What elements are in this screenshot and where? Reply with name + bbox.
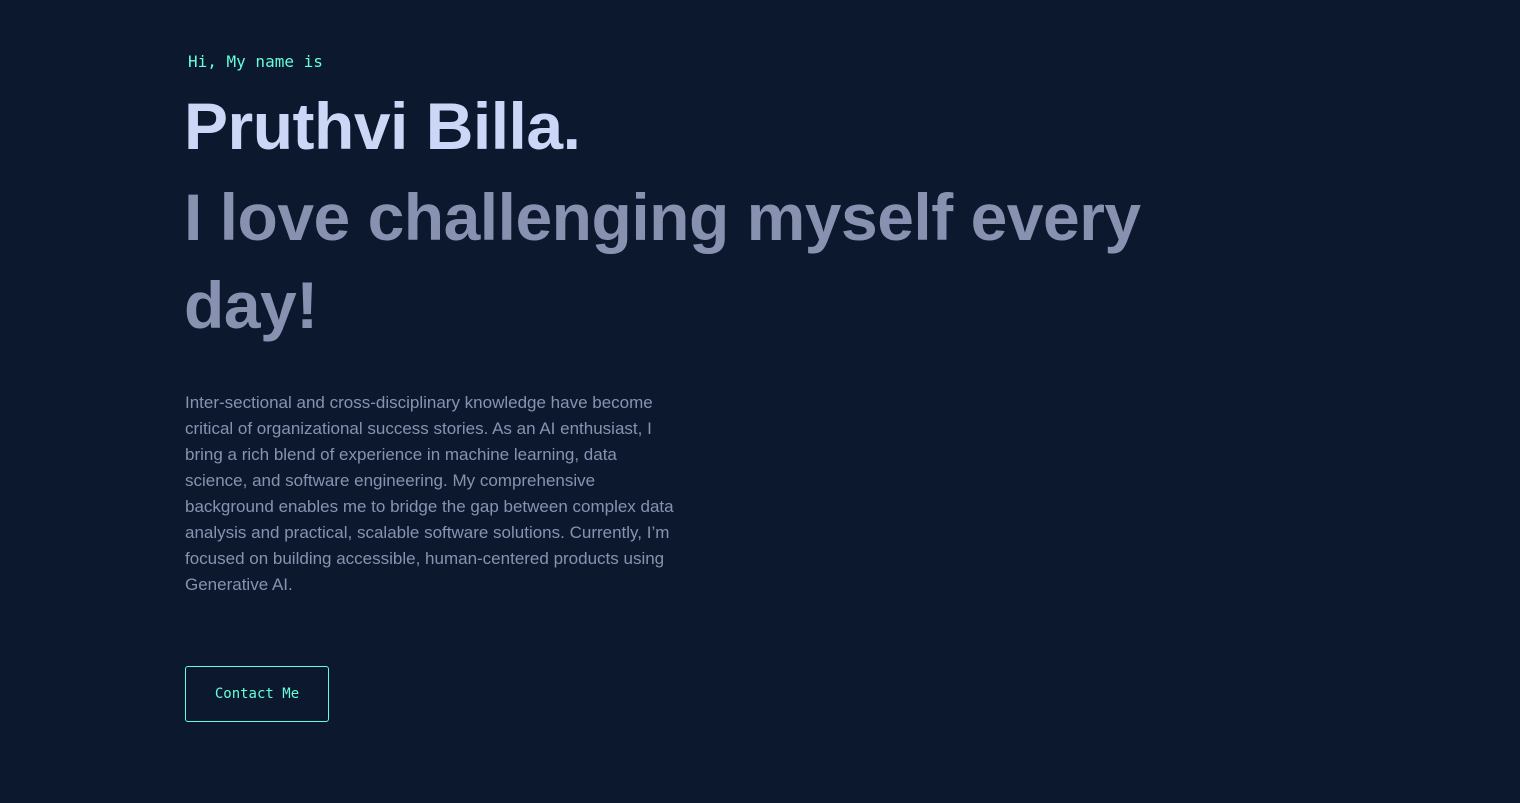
hero-section: Hi, My name is Pruthvi Billa. I love cha… [0,0,1520,803]
hero-tagline: I love challenging myself every day! [184,180,1141,342]
contact-me-button[interactable]: Contact Me [185,666,329,722]
greeting-text: Hi, My name is [188,52,323,71]
hero-name: Pruthvi Billa. [184,89,581,163]
hero-bio: Inter-sectional and cross-disciplinary k… [185,393,674,594]
